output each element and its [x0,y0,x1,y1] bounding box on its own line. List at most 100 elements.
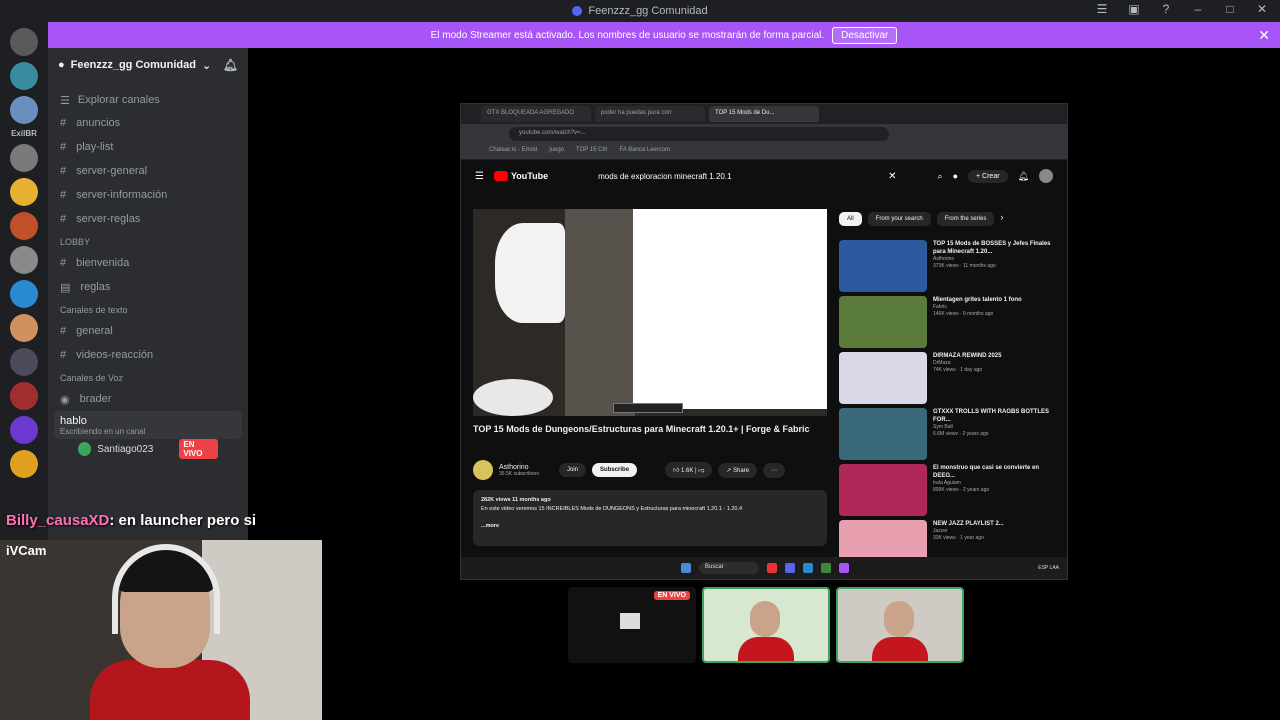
app-icon[interactable] [821,563,831,573]
chip-all[interactable]: All [839,212,862,226]
reco-stats: 373K views · 11 months ago [933,263,996,269]
server-icon[interactable] [10,382,38,410]
server-icon[interactable] [10,96,38,124]
browser-tab[interactable]: poder ha puedas pura corr [595,106,705,122]
chip-from-series[interactable]: From the series [936,212,995,226]
chip-from-search[interactable]: From your search [867,212,931,226]
desc-more[interactable]: ...more [481,522,819,531]
bookmark[interactable]: FA Banca Leercom [620,147,671,156]
server-icon[interactable] [10,178,38,206]
notifications-icon[interactable]: 🔔︎ [1018,171,1029,182]
bell-icon[interactable]: 🔔︎ [223,58,238,72]
explore-channels[interactable]: ☰ Explorar canales [48,90,248,111]
maximize-button[interactable]: □ [1220,2,1240,16]
create-button[interactable]: + Crear [968,169,1008,183]
menu-icon[interactable]: ☰ [475,171,484,182]
deactivate-button[interactable]: Desactivar [832,26,898,44]
avatar[interactable] [1039,169,1053,183]
channel-name[interactable]: Asthorino [499,464,539,471]
reco-item[interactable]: TOP 15 Mods de BOSSES y Jefes Finales pa… [839,240,1054,292]
overlay-username: Billy_causaXD [6,512,110,529]
chat-overlay: Billy_causaXD: en launcher pero si [6,512,256,529]
reco-item[interactable]: Mientagen grites talento 1 fono Fabric 146… [839,296,1054,348]
reco-item[interactable]: El monstruo que casi se convierte en DEE… [839,464,1054,516]
reco-thumbnail [839,240,927,292]
channel-reglas[interactable]: ▤ reglas [48,275,248,299]
server-icon[interactable] [10,144,38,172]
server-icon[interactable] [10,450,38,478]
join-button[interactable]: Join [559,463,587,477]
youtube-play-icon [493,171,508,181]
app-icon[interactable] [767,563,777,573]
channel-label: videos-reacción [76,349,154,361]
subscribe-button[interactable]: Subscribe [592,463,638,477]
clear-search-icon[interactable]: ✕ [888,171,896,182]
bookmark[interactable]: TOP 15 Ctrl [576,147,607,156]
browser-tab[interactable]: GTX BLOQUEADA AGREGADO [481,106,591,122]
youtube-search-input[interactable]: mods de exploracion minecraft 1.20.1 [598,172,878,181]
search-icon[interactable]: ⌕ [938,171,943,182]
video-player[interactable] [473,209,827,416]
channel-play-list[interactable]: # play-list [48,135,248,159]
help-icon[interactable]: ? [1156,2,1176,16]
bookmark[interactable]: juego [549,147,564,156]
server-icon[interactable] [10,348,38,376]
minimize-button[interactable]: – [1188,2,1208,16]
windows-taskbar: Buscar ESP LAA [461,557,1067,579]
server-icon[interactable] [10,280,38,308]
bookmark[interactable]: Chatear.io - Emod [489,147,537,156]
server-icon[interactable] [10,416,38,444]
channel-avatar[interactable] [473,460,493,480]
overlay-message: : en launcher pero si [109,512,257,529]
browser-tab-active[interactable]: TOP 15 Mods de Du... [709,106,819,122]
create-label: Crear [982,172,1000,180]
inbox-icon[interactable]: ▣ [1124,2,1144,16]
screen-share-stream[interactable]: GTX BLOQUEADA AGREGADO poder ha puedas p… [460,103,1068,580]
server-icon[interactable] [10,314,38,342]
channel-anuncios[interactable]: # anuncios [48,111,248,135]
app-icon[interactable] [839,563,849,573]
voice-channel-brader[interactable]: ◉ brader [48,387,248,411]
channel-bienvenida[interactable]: # bienvenida [48,251,248,275]
voice-channel-active[interactable]: hablo Escribiendo en un canal [54,411,242,439]
pin-icon[interactable]: ☰ [1092,2,1112,16]
reco-item[interactable]: GTXXX TROLLS WITH RAGBS BOTTLES FOR... Sy… [839,408,1054,460]
close-window-button[interactable]: ✕ [1252,2,1272,16]
server-icon[interactable] [10,212,38,240]
app-icon[interactable] [803,563,813,573]
windows-start-icon[interactable] [681,563,691,573]
mic-icon[interactable]: ● [953,171,958,181]
reco-item[interactable]: DIRMAZA REWIND 2025 DrMaza 74K views · 1 d… [839,352,1054,404]
more-icon[interactable]: ⋯ [763,462,786,478]
server-header[interactable]: ● Feenzzz_gg Comunidad ⌄ 🔔︎ [48,48,248,82]
video-description[interactable]: 282K views 11 months ago En este video v… [473,490,827,546]
taskbar-search[interactable]: Buscar [699,562,759,574]
taskbar-clock: ESP LAA [1038,565,1059,571]
server-icon[interactable] [10,246,38,274]
category-text[interactable]: Canales de texto [48,299,248,319]
chevron-right-icon[interactable]: › [1000,212,1003,226]
channel-server-informacion[interactable]: # server-información [48,183,248,207]
channel-server-reglas[interactable]: # server-reglas [48,207,248,231]
channel-server-general[interactable]: # server-general [48,159,248,183]
voice-user[interactable]: Santiago023 EN VIVO [48,439,248,459]
youtube-logo[interactable]: YouTube [493,171,548,181]
participant-tile[interactable] [702,587,830,663]
discord-icon[interactable] [785,563,795,573]
close-icon[interactable]: ✕ [1258,27,1270,44]
category-voice[interactable]: Canales de Voz [48,367,248,387]
url-field[interactable]: youtube.com/watch?v=... [509,127,889,141]
stream-tile[interactable]: EN VIVO [568,587,696,663]
participant-tile[interactable] [836,587,964,663]
server-icon[interactable] [10,62,38,90]
server-text-icon[interactable]: ExilBR [0,129,48,138]
reco-thumbnail [839,296,927,348]
category-lobby[interactable]: LOBBY [48,231,248,251]
chevron-down-icon: ⌄ [201,59,212,72]
channel-general[interactable]: # general [48,319,248,343]
like-button[interactable]: 👍︎ 1.6K | 👎︎ [665,462,713,478]
reco-channel: Fabric [933,304,947,310]
server-icon[interactable] [10,28,38,56]
channel-videos-reaccion[interactable]: # videos-reacción [48,343,248,367]
share-button[interactable]: ↗ Share [718,462,758,478]
